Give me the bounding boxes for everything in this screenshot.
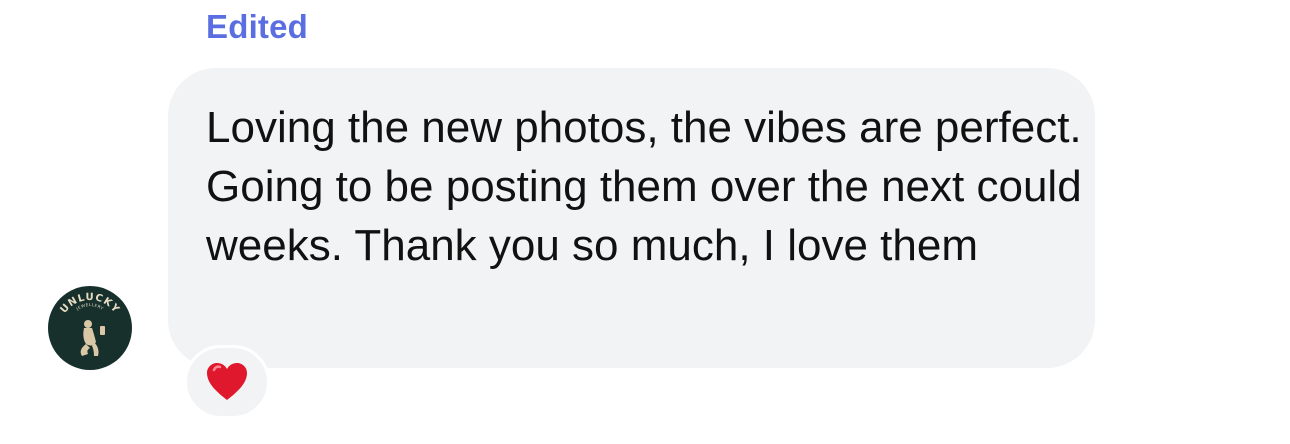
heart-icon [207, 363, 247, 400]
reaction-badge[interactable] [184, 345, 270, 419]
unlucky-jewellery-logo: UNLUCKY JEWELLERY [58, 292, 121, 356]
message-text: Loving the new photos, the vibes are per… [206, 103, 1082, 270]
edited-label: Edited [206, 8, 309, 45]
avatar[interactable]: UNLUCKY JEWELLERY [48, 286, 132, 370]
message-bubble[interactable]: Loving the new photos, the vibes are per… [168, 68, 1095, 368]
